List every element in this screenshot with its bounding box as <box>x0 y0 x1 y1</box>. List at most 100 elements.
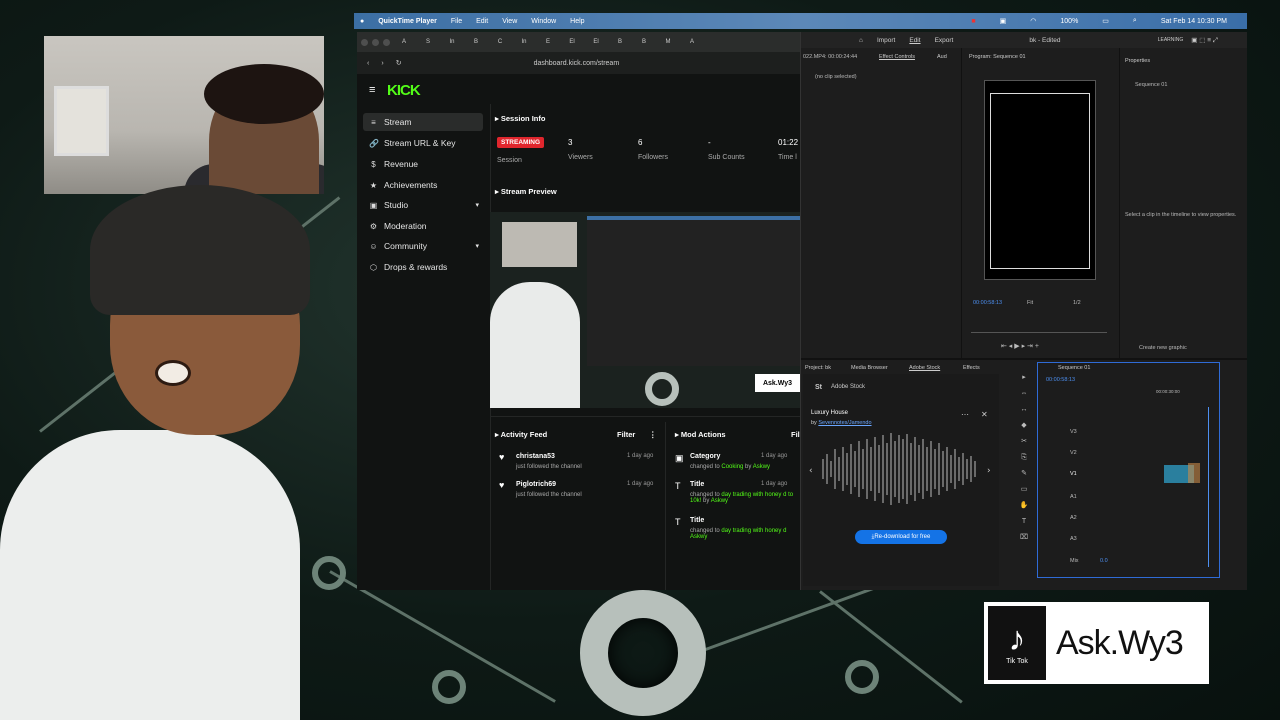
resolution-dropdown[interactable]: 1/2 <box>1073 300 1081 306</box>
close-icon[interactable]: ✕ <box>981 410 988 419</box>
mix-value[interactable]: 0.0 <box>1100 558 1108 564</box>
fit-dropdown[interactable]: Fit <box>1027 300 1033 306</box>
hamburger-menu-icon[interactable]: ≡ <box>369 84 375 96</box>
browser-tab[interactable]: S <box>418 37 438 47</box>
tools-panel[interactable]: ▸ ⇔ ↔ ◆ ✂ ⎘ ✎ ▭ ✋ T ⌧ <box>1019 370 1029 546</box>
tab-adobe-stock[interactable]: Adobe Stock <box>909 365 940 371</box>
mod-action-desc: changed to Cooking by Askwy <box>690 464 770 470</box>
prev-arrow-icon[interactable]: ‹ <box>809 466 813 476</box>
program-monitor[interactable] <box>984 80 1096 280</box>
battery-icon[interactable]: ▭ <box>1102 17 1109 25</box>
workspace-icons[interactable]: ▣ ⬚ ≡ ⤢ <box>1191 36 1218 45</box>
tab-export[interactable]: Export <box>935 37 954 44</box>
menu-view[interactable]: View <box>502 18 517 25</box>
mod-action-user[interactable]: Askwy <box>711 498 728 504</box>
tab-audio[interactable]: Aud <box>937 54 947 60</box>
browser-tab[interactable]: C <box>490 37 510 47</box>
browser-tab[interactable]: B <box>466 37 486 47</box>
transport-controls[interactable]: ⇤ ◂ ▶ ▸ ⇥ + <box>1001 342 1039 350</box>
chevron-down-icon[interactable]: ▾ <box>475 242 479 250</box>
minimize-window-button[interactable] <box>372 38 379 46</box>
mod-action-time: 1 day ago <box>761 481 788 487</box>
home-icon[interactable]: ⌂ <box>859 37 863 44</box>
session-info-title: ▸ Session Info <box>495 114 545 123</box>
tab-import[interactable]: Import <box>877 37 895 44</box>
back-arrow-icon[interactable]: ‹ <box>367 60 369 67</box>
menu-app-name[interactable]: QuickTime Player <box>378 18 437 25</box>
browser-tab[interactable]: In <box>514 37 534 47</box>
menu-file[interactable]: File <box>451 18 462 25</box>
next-arrow-icon[interactable]: › <box>987 466 991 476</box>
timeline-clip-thumbnail[interactable] <box>1188 463 1200 483</box>
tab-media-browser[interactable]: Media Browser <box>851 365 888 371</box>
track-a3[interactable]: A3 <box>1070 536 1077 542</box>
tab-edit[interactable]: Edit <box>909 37 920 44</box>
timeline-title[interactable]: Sequence 01 <box>1058 365 1090 371</box>
create-graphic-button[interactable]: Create new graphic <box>1139 345 1187 351</box>
browser-tab[interactable]: El <box>562 37 582 47</box>
sidebar-item-stream[interactable]: ≡ Stream <box>363 113 483 131</box>
track-v3[interactable]: V3 <box>1070 429 1077 435</box>
track-author-link[interactable]: Sevennotes/Jamendo <box>818 420 871 426</box>
sidebar-item-community[interactable]: ☺ Community ▾ <box>363 237 483 255</box>
browser-tab[interactable]: B <box>610 37 630 47</box>
browser-tab[interactable]: In <box>442 37 462 47</box>
activity-filter-button[interactable]: Filter <box>617 430 635 439</box>
track-v2[interactable]: V2 <box>1070 450 1077 456</box>
mod-action-desc: changed to day trading with honey d to 1… <box>690 492 800 504</box>
browser-tab[interactable]: El <box>586 37 606 47</box>
more-options-icon[interactable]: ⋯ <box>961 410 969 419</box>
browser-tab[interactable]: E <box>538 37 558 47</box>
browser-tab[interactable]: A <box>682 37 702 47</box>
redownload-button[interactable]: ⤓ Re-download for free <box>855 530 947 544</box>
sidebar-item-drops-rewards[interactable]: ⬡ Drops & rewards <box>363 258 483 276</box>
mod-filter-button[interactable]: Fil <box>791 430 800 439</box>
kick-logo[interactable]: KICK <box>387 82 421 99</box>
track-a2[interactable]: A2 <box>1070 515 1077 521</box>
track-v1[interactable]: V1 <box>1070 471 1077 477</box>
sidebar-item-studio[interactable]: ▣ Studio ▾ <box>363 196 483 214</box>
browser-tab-bar: A S In B C In E El El B B M A <box>357 32 800 52</box>
tab-effects[interactable]: Effects <box>963 365 980 371</box>
program-monitor-title[interactable]: Program: Sequence 01 <box>969 54 1026 60</box>
track-mix[interactable]: Mix <box>1070 558 1079 564</box>
timeline-timecode[interactable]: 00:00:58:13 <box>1046 377 1075 383</box>
close-window-button[interactable] <box>361 38 368 46</box>
program-scrubber[interactable] <box>971 332 1107 333</box>
sidebar-item-achievements[interactable]: ★ Achievements <box>363 176 483 194</box>
timeline-panel[interactable]: Sequence 01 00:00:58:13 00:00:30:00 V3 V… <box>1037 362 1220 578</box>
reload-icon[interactable]: ↻ <box>396 59 402 67</box>
menu-edit[interactable]: Edit <box>476 18 488 25</box>
program-timecode[interactable]: 00:00:58:13 <box>973 300 1002 306</box>
more-options-icon[interactable]: ⋮ <box>649 430 657 439</box>
tab-effect-controls[interactable]: Effect Controls <box>879 54 915 60</box>
browser-tab[interactable]: M <box>658 37 678 47</box>
address-bar[interactable]: dashboard.kick.com/stream <box>534 60 620 67</box>
search-icon[interactable]: ⌕ <box>1133 17 1137 25</box>
track-a1[interactable]: A1 <box>1070 494 1077 500</box>
mod-action-user[interactable]: Askwy <box>753 464 770 470</box>
learning-button[interactable]: LEARNING <box>1158 37 1184 43</box>
zoom-window-button[interactable] <box>383 38 390 46</box>
apple-menu-icon[interactable]: ● <box>360 18 364 25</box>
menu-window[interactable]: Window <box>531 18 556 25</box>
sidebar-item-stream-url-key[interactable]: 🔗 Stream URL & Key <box>363 134 483 152</box>
sidebar-item-revenue[interactable]: $ Revenue <box>363 155 483 173</box>
project-filename: bk - Edited <box>1029 36 1061 44</box>
kick-header: ≡ KICK <box>357 74 800 104</box>
menu-help[interactable]: Help <box>570 18 584 25</box>
browser-tab[interactable]: B <box>634 37 654 47</box>
mod-action-user[interactable]: Askwy <box>690 534 707 540</box>
browser-tab[interactable]: A <box>394 37 414 47</box>
record-icon[interactable]: ■ <box>971 18 975 25</box>
sidebar-item-moderation[interactable]: ⚙ Moderation <box>363 217 483 235</box>
screen-icon[interactable]: ▣ <box>1000 17 1007 25</box>
forward-arrow-icon[interactable]: › <box>381 60 383 67</box>
wifi-icon[interactable]: ◠ <box>1030 17 1036 25</box>
chevron-down-icon[interactable]: ▾ <box>475 201 479 209</box>
clock[interactable]: Sat Feb 14 10:30 PM <box>1161 18 1227 25</box>
stream-preview-video[interactable]: Ask.Wy3 <box>490 212 800 408</box>
tab-project[interactable]: Project: bk <box>805 365 831 371</box>
playhead[interactable] <box>1208 407 1209 567</box>
properties-title[interactable]: Properties <box>1125 58 1150 64</box>
